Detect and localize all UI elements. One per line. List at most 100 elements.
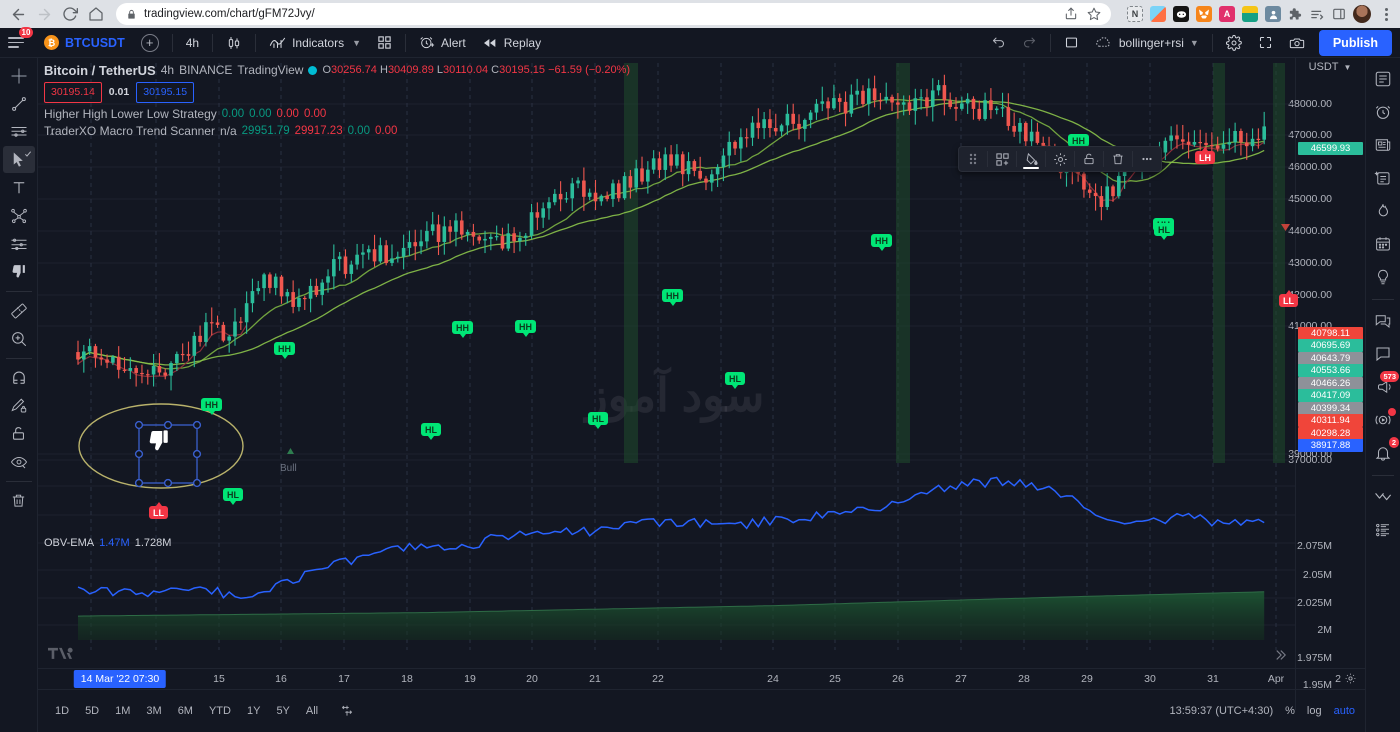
profile-extension-icon[interactable]	[1265, 6, 1281, 22]
chart-settings-button[interactable]	[1218, 30, 1250, 56]
replay-button[interactable]: Replay	[474, 30, 549, 56]
patterns-tool[interactable]	[3, 202, 35, 229]
chevron-down-icon[interactable]: ▼	[1190, 38, 1199, 48]
dark-reader-extension-icon[interactable]	[1173, 6, 1189, 22]
lastpass-extension-icon[interactable]	[1242, 6, 1258, 22]
remove-drawings-tool[interactable]	[3, 487, 35, 514]
star-icon[interactable]	[1087, 7, 1101, 21]
drag-handle[interactable]	[959, 147, 987, 171]
tradingview-logo[interactable]	[48, 646, 74, 662]
zoom-tool[interactable]	[3, 325, 35, 352]
trend-line-tool[interactable]	[3, 90, 35, 117]
price-axis[interactable]: USDT ▼ 48000.00 47000.00 46000.00 45000.00 4…	[1288, 58, 1365, 528]
browser-address-bar[interactable]: tradingview.com/chart/gFM72Jvy/	[116, 3, 1111, 25]
metamask-extension-icon[interactable]	[1196, 6, 1212, 22]
browser-forward-button[interactable]	[32, 2, 56, 26]
lock-drawing-button[interactable]	[1075, 147, 1103, 171]
undo-button[interactable]	[983, 30, 1014, 56]
puzzle-extensions-icon[interactable]	[1288, 7, 1303, 22]
magnet-tool[interactable]	[3, 364, 35, 391]
more-options-button[interactable]	[1133, 147, 1161, 171]
scroll-to-realtime-button[interactable]	[1273, 648, 1287, 662]
lock-drawings-tool[interactable]	[3, 420, 35, 447]
price-tag[interactable]: 46599.93	[1298, 142, 1363, 155]
prediction-tool[interactable]	[3, 230, 35, 257]
price-tag[interactable]: 40311.94	[1298, 414, 1363, 427]
browser-menu-kebab-icon[interactable]	[1378, 7, 1394, 21]
auto-scale-toggle[interactable]: auto	[1334, 705, 1355, 717]
stream-status-dot	[1388, 408, 1396, 416]
log-scale-toggle[interactable]: log	[1307, 705, 1322, 717]
indicators-button[interactable]: Indicators ▼	[261, 30, 369, 56]
measure-tool[interactable]	[3, 297, 35, 324]
adobe-extension-icon[interactable]: A	[1219, 6, 1235, 22]
chart-layout-button[interactable]: bollinger+rsi ▼	[1087, 30, 1207, 56]
templates-button[interactable]	[369, 30, 400, 56]
private-chat-panel-button[interactable]	[1368, 338, 1398, 369]
watchlist-panel-button[interactable]	[1368, 63, 1398, 94]
pattern-marker-hh: HH	[274, 342, 295, 359]
publish-button[interactable]: Publish	[1318, 29, 1392, 56]
redo-button[interactable]	[1014, 30, 1045, 56]
public-chat-panel-button[interactable]	[1368, 305, 1398, 336]
reading-list-icon[interactable]	[1310, 7, 1325, 22]
price-tag[interactable]: 40695.69	[1298, 339, 1363, 352]
hotlist-panel-button[interactable]	[1368, 195, 1398, 226]
bitcoin-icon: ₿	[44, 35, 59, 50]
broadcast-panel-button[interactable]: 573	[1368, 371, 1399, 402]
notifications-panel-button[interactable]: 2	[1368, 437, 1399, 468]
divider	[1211, 33, 1213, 52]
interval-label: 4h	[185, 35, 200, 50]
browser-back-button[interactable]	[6, 2, 30, 26]
alerts-panel-button[interactable]	[1368, 96, 1398, 127]
fullscreen-button[interactable]	[1250, 30, 1281, 56]
ideas-panel-button[interactable]	[1368, 261, 1398, 292]
drawing-mode-tool[interactable]	[3, 392, 35, 419]
chart-type-button[interactable]	[218, 30, 250, 56]
horizontal-lines-tool[interactable]	[3, 118, 35, 145]
text-tool[interactable]	[3, 174, 35, 201]
hide-drawings-tool[interactable]	[3, 448, 35, 475]
chart-patterns-panel-button[interactable]	[1368, 481, 1398, 512]
symbol-search-button[interactable]: ₿ BTCUSDT	[36, 30, 133, 56]
chevron-down-icon[interactable]: ▼	[1344, 63, 1352, 72]
floating-drawing-toolbar[interactable]	[958, 146, 1162, 172]
sidepanel-icon[interactable]	[1332, 7, 1346, 21]
cursor-crosshair-tool[interactable]	[3, 62, 35, 89]
delete-drawing-button[interactable]	[1104, 147, 1132, 171]
thumbs-down-tool[interactable]	[3, 258, 35, 285]
browser-home-button[interactable]	[84, 2, 108, 26]
cursor-arrow-tool[interactable]	[2, 146, 35, 173]
color-picker-button[interactable]	[1017, 147, 1045, 171]
price-tag[interactable]: 40553.66	[1298, 364, 1363, 377]
browser-profile-avatar[interactable]	[1353, 5, 1371, 23]
chart-area[interactable]: سود آموز ⌃ Bitcoin / TetherUS 4h BINANCE…	[38, 58, 1365, 732]
subpane-legend[interactable]: OBV-EMA 1.47M 1.728M	[44, 535, 171, 552]
calendar-panel-button[interactable]	[1368, 228, 1398, 259]
price-axis-unit[interactable]: USDT ▼	[1295, 58, 1365, 76]
stream-panel-button[interactable]	[1368, 404, 1398, 435]
time-tick: 2	[1335, 673, 1341, 685]
snapshot-button[interactable]	[1281, 30, 1313, 56]
price-tag[interactable]: 38917.88	[1298, 439, 1363, 452]
chevron-down-icon[interactable]: ▼	[352, 38, 361, 48]
browser-reload-button[interactable]	[58, 2, 82, 26]
signal-label: Bull	[280, 463, 297, 474]
drawing-settings-button[interactable]	[1046, 147, 1074, 171]
indicators-label: Indicators	[292, 35, 345, 50]
collapse-legend-arrow[interactable]: ⌃	[48, 132, 56, 143]
data-window-panel-button[interactable]	[1368, 162, 1398, 193]
notion-extension-icon[interactable]: N	[1127, 6, 1143, 22]
add-to-favorites-button[interactable]	[988, 147, 1016, 171]
interval-button[interactable]: 4h	[178, 30, 207, 56]
share-icon[interactable]	[1064, 7, 1078, 21]
alert-button[interactable]: Alert	[411, 30, 474, 56]
add-symbol-button[interactable]: +	[133, 30, 167, 56]
main-menu-button[interactable]: 10	[8, 26, 33, 54]
colorpick-extension-icon[interactable]	[1150, 6, 1166, 22]
price-tag[interactable]: 40417.09	[1298, 389, 1363, 402]
layout-select-button[interactable]	[1056, 30, 1087, 56]
object-tree-panel-button[interactable]	[1368, 514, 1398, 545]
news-panel-button[interactable]	[1368, 129, 1398, 160]
time-settings-icon[interactable]	[1344, 672, 1357, 685]
